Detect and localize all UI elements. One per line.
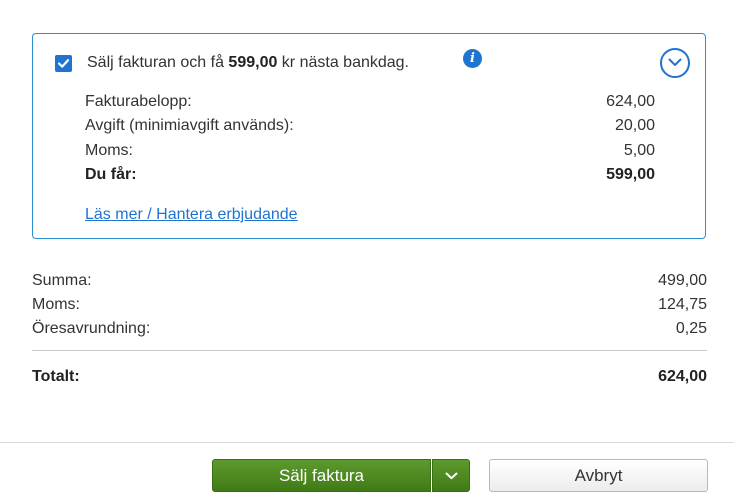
- summary-row: Öresavrundning: 0,25: [32, 317, 707, 341]
- summary-value: 0,25: [675, 320, 707, 337]
- info-icon[interactable]: i: [463, 49, 482, 68]
- offer-detail-row: Avgift (minimiavgift används): 20,00: [85, 115, 655, 137]
- offer-detail-value: 599,00: [606, 166, 655, 183]
- offer-payout-row: Du får: 599,00: [85, 164, 655, 186]
- summary-row: Moms: 124,75: [32, 293, 707, 317]
- offer-headline-prefix: Sälj fakturan och få: [87, 54, 229, 71]
- summary-value: 499,00: [658, 272, 707, 289]
- offer-detail-row: Fakturabelopp: 624,00: [85, 91, 655, 113]
- offer-detail-label: Fakturabelopp:: [85, 93, 192, 110]
- offer-detail-label: Avgift (minimiavgift används):: [85, 117, 294, 134]
- sell-invoice-button[interactable]: Sälj faktura: [212, 459, 431, 492]
- collapse-toggle-button[interactable]: [660, 48, 690, 78]
- read-more-link[interactable]: Läs mer / Hantera erbjudande: [85, 204, 298, 226]
- sell-invoice-checkbox[interactable]: [55, 55, 72, 72]
- offer-headline-suffix: kr nästa bankdag.: [277, 54, 409, 71]
- offer-detail-label: Du får:: [85, 166, 137, 183]
- checkmark-icon: [57, 59, 70, 68]
- sell-invoice-offer-panel: Sälj fakturan och få 599,00 kr nästa ban…: [32, 33, 706, 239]
- summary-label: Öresavrundning:: [32, 320, 151, 337]
- cancel-button[interactable]: Avbryt: [489, 459, 708, 492]
- summary-divider: [32, 350, 707, 351]
- summary-row: Summa: 499,00: [32, 269, 707, 293]
- chevron-down-icon: [445, 472, 458, 480]
- total-label: Totalt:: [32, 368, 80, 385]
- total-value: 624,00: [658, 368, 707, 385]
- sell-options-dropdown-button[interactable]: [432, 459, 470, 492]
- summary-label: Summa:: [32, 272, 92, 289]
- summary-value: 124,75: [658, 296, 707, 313]
- offer-headline: Sälj fakturan och få 599,00 kr nästa ban…: [87, 53, 409, 73]
- offer-detail-label: Moms:: [85, 142, 133, 159]
- offer-detail-value: 20,00: [614, 117, 655, 134]
- offer-detail-value: 5,00: [623, 142, 655, 159]
- summary-label: Moms:: [32, 296, 80, 313]
- total-row: Totalt: 624,00: [32, 365, 707, 389]
- offer-detail-value: 624,00: [606, 93, 655, 110]
- chevron-down-icon: [668, 58, 682, 66]
- footer-divider: [0, 442, 734, 443]
- offer-headline-amount: 599,00: [228, 54, 278, 71]
- offer-detail-row: Moms: 5,00: [85, 140, 655, 162]
